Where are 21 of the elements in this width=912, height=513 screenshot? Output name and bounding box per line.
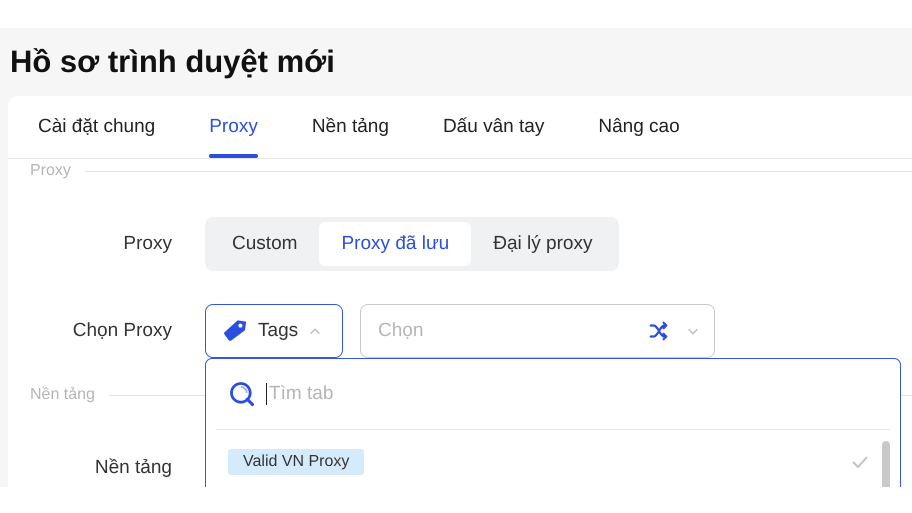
shuffle-icon [648,320,670,342]
tags-dropdown[interactable]: Tags [205,304,343,358]
proxy-select[interactable]: Chọn [360,304,715,358]
segment-option[interactable]: Đại lý proxy [471,222,614,266]
tag-option[interactable]: Valid VN Proxy [228,449,364,475]
tab[interactable]: Nâng cao [590,96,688,158]
tab[interactable]: Nền tảng [304,96,397,158]
section-title: Nền tảng [30,386,95,404]
tag-icon [222,318,248,344]
field-label: Proxy [122,233,172,255]
field-label: Chọn Proxy [72,320,172,342]
tab[interactable]: Proxy [201,96,266,158]
field-label: Nền tảng [94,457,172,479]
tab[interactable]: Dấu vân tay [434,96,552,158]
segment-option[interactable]: Custom [210,222,320,266]
segment-option[interactable]: Proxy đã lưu [319,222,472,266]
search-icon [228,380,256,408]
page-title: Hồ sơ trình duyệt mới [9,43,336,81]
tab[interactable]: Cài đặt chung [30,96,164,158]
section-title: Proxy [30,162,71,180]
proxy-input[interactable]: Chọn [376,319,632,343]
